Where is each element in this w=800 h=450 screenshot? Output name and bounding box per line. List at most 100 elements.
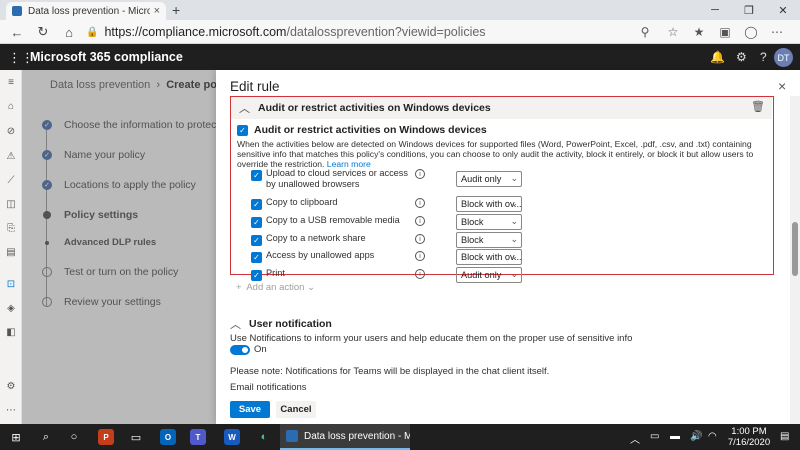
battery-icon[interactable]: ▬ bbox=[670, 431, 680, 442]
taskbar-clock[interactable]: 1:00 PM 7/16/2020 bbox=[724, 426, 774, 448]
chevron-up-icon[interactable]: ︿ bbox=[239, 100, 250, 116]
windows-start-icon[interactable]: ⊞ bbox=[8, 429, 24, 445]
chevron-down-icon: ⌄ bbox=[510, 216, 518, 226]
activity-checkbox[interactable]: ✓ bbox=[251, 170, 262, 181]
edit-rule-panel: Edit rule × ︿ Audit or restrict activiti… bbox=[216, 70, 800, 424]
section-header[interactable]: ︿ Audit or restrict activities on Window… bbox=[231, 97, 772, 119]
tray-chevron-icon[interactable]: ︿ bbox=[630, 431, 640, 446]
delete-trash-icon[interactable]: 🗑 bbox=[751, 100, 765, 113]
permissions-icon[interactable]: ◧ bbox=[5, 326, 17, 338]
info-icon[interactable]: i bbox=[415, 216, 425, 226]
select-value: Block bbox=[461, 235, 484, 245]
url-path: /datalossprevention?viewid=policies bbox=[286, 25, 486, 39]
minimize-icon[interactable]: ─ bbox=[698, 0, 732, 20]
info-icon[interactable]: i bbox=[415, 234, 425, 244]
home-nav-icon[interactable]: ⌂ bbox=[5, 100, 17, 112]
favorites-list-icon[interactable]: ★ bbox=[690, 23, 708, 41]
reports-icon[interactable]: ⟋ bbox=[5, 174, 17, 186]
activity-action-select[interactable]: Block with ov... ⌄ bbox=[456, 249, 522, 265]
activity-action-select[interactable]: Audit only ⌄ bbox=[456, 171, 522, 187]
url-field[interactable]: 🔒 https://compliance.microsoft.com/datal… bbox=[86, 23, 616, 41]
info-icon[interactable]: i bbox=[415, 269, 425, 279]
wifi-icon[interactable]: ◠ bbox=[708, 431, 717, 442]
lock-icon: 🔒 bbox=[86, 26, 99, 38]
activity-checkbox[interactable]: ✓ bbox=[251, 235, 262, 246]
activity-row: ✓ Upload to cloud services or access by … bbox=[251, 167, 751, 189]
notifications-bell-icon[interactable]: 🔔 bbox=[710, 50, 725, 64]
records-icon[interactable]: ◈ bbox=[5, 302, 17, 314]
connectors-icon[interactable]: ⎘ bbox=[5, 222, 17, 234]
edge-icon[interactable]: ◐ bbox=[256, 429, 272, 445]
tab-close-icon[interactable]: × bbox=[154, 5, 160, 17]
activity-checkbox[interactable]: ✓ bbox=[251, 199, 262, 210]
settings-nav-icon[interactable]: ⚙ bbox=[5, 380, 17, 392]
search-icon[interactable]: ⌕ bbox=[38, 429, 54, 445]
section-title: Audit or restrict activities on Windows … bbox=[258, 102, 491, 114]
new-tab-button[interactable]: + bbox=[172, 2, 180, 18]
activity-checkbox[interactable]: ✓ bbox=[251, 270, 262, 281]
restore-icon[interactable]: ❐ bbox=[732, 0, 766, 20]
data-loss-prevention-icon[interactable]: ⊡ bbox=[5, 278, 17, 290]
back-arrow-icon[interactable]: ← bbox=[8, 23, 26, 41]
cancel-button[interactable]: Cancel bbox=[276, 401, 316, 418]
read-aloud-icon[interactable]: ⚲ bbox=[636, 23, 654, 41]
panel-close-icon[interactable]: × bbox=[778, 78, 786, 94]
window-close-icon[interactable]: ✕ bbox=[766, 0, 800, 20]
add-action-label: Add an action bbox=[246, 282, 305, 293]
info-icon[interactable]: i bbox=[415, 251, 425, 261]
chevron-up-icon[interactable]: ︿ bbox=[230, 316, 241, 332]
refresh-icon[interactable]: ↻ bbox=[34, 23, 52, 41]
taskbar-window-title: Data loss prevention - Micro... bbox=[304, 430, 410, 442]
more-nav-icon[interactable]: ⋯ bbox=[5, 404, 17, 416]
compliance-manager-icon[interactable]: ⊘ bbox=[5, 125, 17, 137]
taskbar-active-window[interactable]: Data loss prevention - Micro... bbox=[280, 424, 410, 450]
home-icon[interactable]: ⌂ bbox=[60, 23, 78, 41]
policies-icon[interactable]: ▤ bbox=[5, 246, 17, 258]
settings-gear-icon[interactable]: ⚙ bbox=[736, 50, 747, 64]
notifications-toggle[interactable] bbox=[230, 345, 250, 355]
save-button[interactable]: Save bbox=[230, 401, 270, 418]
cortana-icon[interactable]: ○ bbox=[66, 429, 82, 445]
chevron-down-icon: ⌄ bbox=[510, 251, 518, 261]
menu-icon[interactable]: ≡ bbox=[5, 76, 17, 88]
profile-icon[interactable]: ◯ bbox=[742, 23, 760, 41]
add-action-button[interactable]: + Add an action ⌄ bbox=[236, 282, 315, 293]
activity-row: ✓ Print i Audit only ⌄ bbox=[251, 267, 751, 285]
activity-label: Copy to clipboard bbox=[266, 197, 338, 207]
task-view-icon[interactable]: ▭ bbox=[128, 429, 144, 445]
user-notification-header[interactable]: ︿ User notification bbox=[230, 316, 332, 332]
avatar[interactable]: DT bbox=[774, 48, 793, 67]
powerpoint-icon[interactable]: P bbox=[98, 429, 114, 445]
network-icon[interactable]: ▭ bbox=[650, 431, 659, 442]
activity-action-select[interactable]: Audit only ⌄ bbox=[456, 267, 522, 283]
app-header: ⋮⋮ Microsoft 365 compliance 🔔 ⚙ ? DT bbox=[0, 44, 800, 70]
user-notification-description: Use Notifications to inform your users a… bbox=[230, 333, 633, 344]
audit-restrict-checkbox[interactable]: ✓ Audit or restrict activities on Window… bbox=[237, 124, 487, 136]
activity-action-select[interactable]: Block ⌄ bbox=[456, 232, 522, 248]
activity-checkbox[interactable]: ✓ bbox=[251, 217, 262, 228]
teams-icon[interactable]: T bbox=[190, 429, 206, 445]
activity-action-select[interactable]: Block ⌄ bbox=[456, 214, 522, 230]
favorite-star-icon[interactable]: ☆ bbox=[664, 23, 682, 41]
browser-tab[interactable]: Data loss prevention - Microsoft × bbox=[6, 2, 166, 20]
info-icon[interactable]: i bbox=[415, 169, 425, 179]
collections-icon[interactable]: ▣ bbox=[716, 23, 734, 41]
data-classification-icon[interactable]: ◫ bbox=[5, 198, 17, 210]
help-icon[interactable]: ? bbox=[760, 50, 767, 64]
scrollbar-thumb[interactable] bbox=[792, 222, 798, 276]
outlook-icon[interactable]: O bbox=[160, 429, 176, 445]
activity-action-select[interactable]: Block with ov... ⌄ bbox=[456, 196, 522, 212]
info-icon[interactable]: i bbox=[415, 198, 425, 208]
volume-icon[interactable]: 🔊 bbox=[690, 431, 702, 442]
activity-checkbox[interactable]: ✓ bbox=[251, 252, 262, 263]
address-bar-row: ← ↻ ⌂ 🔒 https://compliance.microsoft.com… bbox=[0, 20, 800, 44]
checkbox-checked-icon[interactable]: ✓ bbox=[237, 124, 248, 136]
activity-label: Copy to a USB removable media bbox=[266, 215, 400, 225]
alerts-icon[interactable]: ⚠ bbox=[5, 150, 17, 162]
more-options-icon[interactable]: ⋯ bbox=[768, 23, 786, 41]
modal-overlay bbox=[22, 70, 216, 424]
activity-label: Copy to a network share bbox=[266, 233, 366, 243]
word-icon[interactable]: W bbox=[224, 429, 240, 445]
action-center-icon[interactable]: ▤ bbox=[780, 431, 789, 442]
app-name[interactable]: Microsoft 365 compliance bbox=[30, 50, 183, 64]
